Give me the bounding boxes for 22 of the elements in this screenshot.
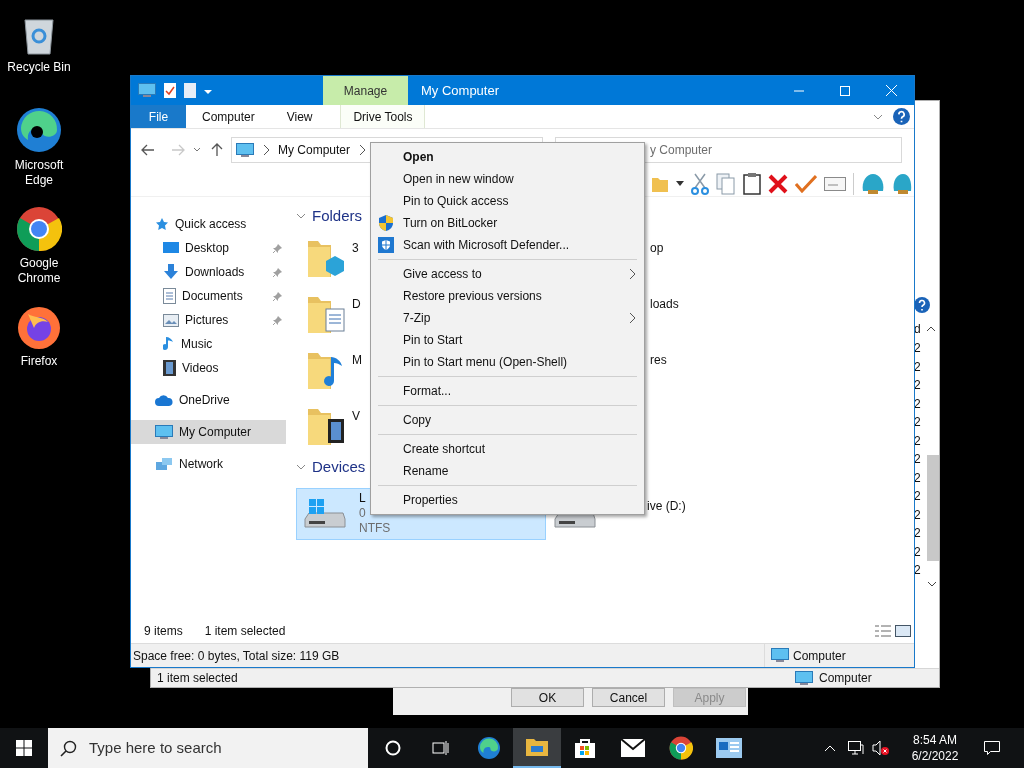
selection-count: 1 item selected bbox=[204, 623, 287, 640]
table-cell-text: 2 bbox=[914, 543, 922, 561]
table-cell-text: 2 bbox=[914, 377, 922, 394]
drive-label: 0 bbox=[359, 506, 367, 521]
table-cell-text: 2 bbox=[914, 340, 922, 357]
table-cell-text: 2 bbox=[914, 358, 922, 376]
table-cell-text: 2 bbox=[914, 469, 922, 487]
table-cell-text: 2 bbox=[914, 562, 922, 579]
table-cell-text: 2 bbox=[914, 451, 922, 468]
drive-label: ive (D:) bbox=[647, 499, 686, 514]
table-cell-text: 2 bbox=[914, 432, 922, 450]
drive-label: NTFS bbox=[359, 521, 391, 536]
window-title: My Computer bbox=[421, 81, 501, 100]
table-cell-text: 2 bbox=[914, 414, 922, 431]
drive-label: L bbox=[359, 491, 367, 506]
table-cell-text: 2 bbox=[914, 525, 922, 542]
details-bar: Space free: 0 bytes, Total size: 119 GB Computer bbox=[131, 643, 914, 667]
item-count: 9 items bbox=[144, 623, 183, 640]
status-bar: 1 item selected Computer bbox=[151, 668, 939, 687]
table-cell-text: 2 bbox=[914, 395, 922, 413]
table-cell-text: 2 bbox=[914, 488, 922, 505]
table-cell-text: 2 bbox=[914, 506, 922, 524]
